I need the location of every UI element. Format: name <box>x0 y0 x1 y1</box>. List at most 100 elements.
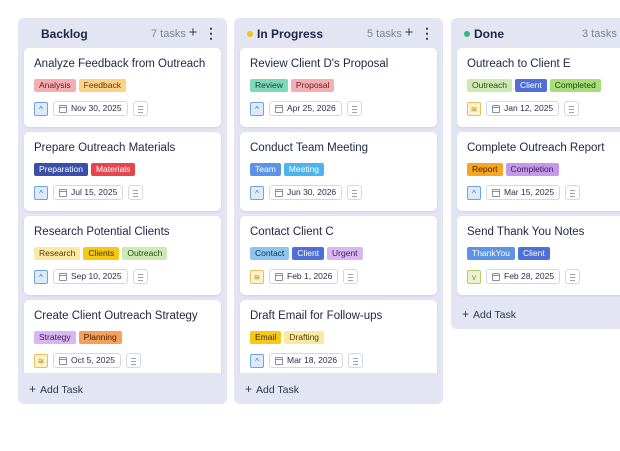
tag: Team <box>250 163 281 176</box>
tag: Email <box>250 331 282 344</box>
more-options-icon[interactable]: ⋮ <box>419 24 435 42</box>
task-card[interactable]: Complete Outreach Report Report Completi… <box>457 132 620 211</box>
due-date-button[interactable]: Jul 15, 2025 <box>53 185 124 200</box>
tag: Client <box>514 79 547 92</box>
due-date-button[interactable]: Feb 1, 2026 <box>269 269 339 284</box>
description-icon[interactable] <box>565 269 581 284</box>
status-dot <box>247 31 253 37</box>
due-date-button[interactable]: Jan 12, 2025 <box>486 101 560 116</box>
add-task-label: Add Task <box>256 384 300 396</box>
tag: Completion <box>505 163 559 176</box>
add-task-button[interactable]: + Add Task <box>29 382 83 396</box>
tag: Clients <box>83 247 120 260</box>
double-chevron-up-icon[interactable]: ≋ <box>34 353 48 368</box>
tag: Completed <box>549 79 601 92</box>
task-card[interactable]: Conduct Team Meeting Team Meeting ^ Jun … <box>240 132 437 211</box>
more-options-icon[interactable]: ⋮ <box>203 24 219 42</box>
description-icon[interactable] <box>346 101 362 116</box>
task-meta: ^ Apr 25, 2026 <box>250 101 362 116</box>
task-card[interactable]: Analyze Feedback from Outreach Analysis … <box>24 48 221 127</box>
task-card[interactable]: Outreach to Client E Outreach Client Com… <box>457 48 620 127</box>
add-task-label: Add Task <box>40 384 84 396</box>
due-date: Mar 18, 2026 <box>287 355 338 365</box>
description-icon[interactable] <box>125 353 141 368</box>
tag-list: Outreach Client Completed <box>467 79 601 92</box>
due-date: Feb 1, 2026 <box>287 271 333 281</box>
task-count: 5 tasks <box>367 28 402 40</box>
column-title: In Progress <box>257 27 324 41</box>
task-meta: v Feb 28, 2025 <box>467 269 581 284</box>
due-date: Apr 25, 2026 <box>287 103 336 113</box>
add-card-icon[interactable]: + <box>185 24 201 42</box>
description-icon[interactable] <box>128 185 144 200</box>
task-card[interactable]: Draft Email for Follow-ups Email Draftin… <box>240 300 437 373</box>
tag-list: Email Drafting <box>250 331 325 344</box>
description-icon[interactable] <box>343 269 359 284</box>
task-card[interactable]: Contact Client C Contact Client Urgent ≋… <box>240 216 437 295</box>
description-icon[interactable] <box>565 185 581 200</box>
tag: Preparation <box>34 163 88 176</box>
card-list[interactable]: Analyze Feedback from Outreach Analysis … <box>18 48 227 373</box>
tag: Review <box>250 79 288 92</box>
calendar-icon <box>275 188 283 197</box>
tag: Outreach <box>122 247 168 260</box>
due-date-button[interactable]: Sep 10, 2025 <box>53 269 128 284</box>
task-card[interactable]: Send Thank You Notes ThankYou Client v F… <box>457 216 620 295</box>
calendar-icon <box>59 356 67 365</box>
task-meta: ^ Mar 15, 2025 <box>467 185 581 200</box>
chevron-up-icon[interactable]: ^ <box>34 101 48 116</box>
due-date-button[interactable]: Mar 15, 2025 <box>486 185 561 200</box>
tag: Feedback <box>78 79 126 92</box>
chevron-up-icon[interactable]: ^ <box>250 185 264 200</box>
task-count: 3 tasks <box>582 28 617 40</box>
tag: ThankYou <box>467 247 515 260</box>
task-title: Send Thank You Notes <box>467 226 585 238</box>
calendar-icon <box>275 104 283 113</box>
card-list[interactable]: Review Client D's Proposal Review Propos… <box>234 48 443 373</box>
due-date-button[interactable]: Oct 5, 2025 <box>53 353 121 368</box>
task-title: Contact Client C <box>250 226 334 238</box>
description-icon[interactable] <box>348 353 364 368</box>
task-card[interactable]: Review Client D's Proposal Review Propos… <box>240 48 437 127</box>
description-icon[interactable] <box>132 269 148 284</box>
due-date-button[interactable]: Mar 18, 2026 <box>269 353 344 368</box>
tag: Meeting <box>283 163 325 176</box>
chevron-up-icon[interactable]: ^ <box>467 185 481 200</box>
double-chevron-up-icon[interactable]: ≋ <box>467 101 481 116</box>
task-title: Research Potential Clients <box>34 226 170 238</box>
task-title: Complete Outreach Report <box>467 142 605 154</box>
task-card[interactable]: Create Client Outreach Strategy Strategy… <box>24 300 221 373</box>
add-task-button[interactable]: + Add Task <box>462 307 516 321</box>
task-card[interactable]: Prepare Outreach Materials Preparation M… <box>24 132 221 211</box>
tag-list: Preparation Materials <box>34 163 136 176</box>
due-date: Nov 30, 2025 <box>71 103 122 113</box>
plus-icon: + <box>462 307 470 321</box>
column-header: Backlog 7 tasks + ⋮ <box>18 18 227 48</box>
description-icon[interactable] <box>347 185 363 200</box>
calendar-icon <box>59 272 67 281</box>
due-date-button[interactable]: Feb 28, 2025 <box>486 269 561 284</box>
column-backlog: Backlog 7 tasks + ⋮ Analyze Feedback fro… <box>18 18 227 404</box>
description-icon[interactable] <box>132 101 148 116</box>
description-icon[interactable] <box>564 101 580 116</box>
due-date-button[interactable]: Nov 30, 2025 <box>53 101 128 116</box>
task-meta: ^ Sep 10, 2025 <box>34 269 148 284</box>
tag-list: Research Clients Outreach <box>34 247 168 260</box>
due-date-button[interactable]: Jun 30, 2026 <box>269 185 343 200</box>
due-date: Jul 15, 2025 <box>71 187 118 197</box>
calendar-icon <box>492 272 500 281</box>
double-chevron-up-icon[interactable]: ≋ <box>250 269 264 284</box>
card-list[interactable]: Outreach to Client E Outreach Client Com… <box>451 48 620 308</box>
chevron-up-icon[interactable]: ^ <box>34 269 48 284</box>
task-title: Prepare Outreach Materials <box>34 142 176 154</box>
chevron-up-icon[interactable]: ^ <box>34 185 48 200</box>
column-in-progress: In Progress 5 tasks + ⋮ Review Client D'… <box>234 18 443 404</box>
chevron-up-icon[interactable]: ^ <box>250 353 264 368</box>
chevron-up-icon[interactable]: ^ <box>250 101 264 116</box>
due-date-button[interactable]: Apr 25, 2026 <box>269 101 342 116</box>
add-card-icon[interactable]: + <box>401 24 417 42</box>
add-task-button[interactable]: + Add Task <box>245 382 299 396</box>
chevron-down-icon[interactable]: v <box>467 269 481 284</box>
task-title: Draft Email for Follow-ups <box>250 310 383 322</box>
task-card[interactable]: Research Potential Clients Research Clie… <box>24 216 221 295</box>
